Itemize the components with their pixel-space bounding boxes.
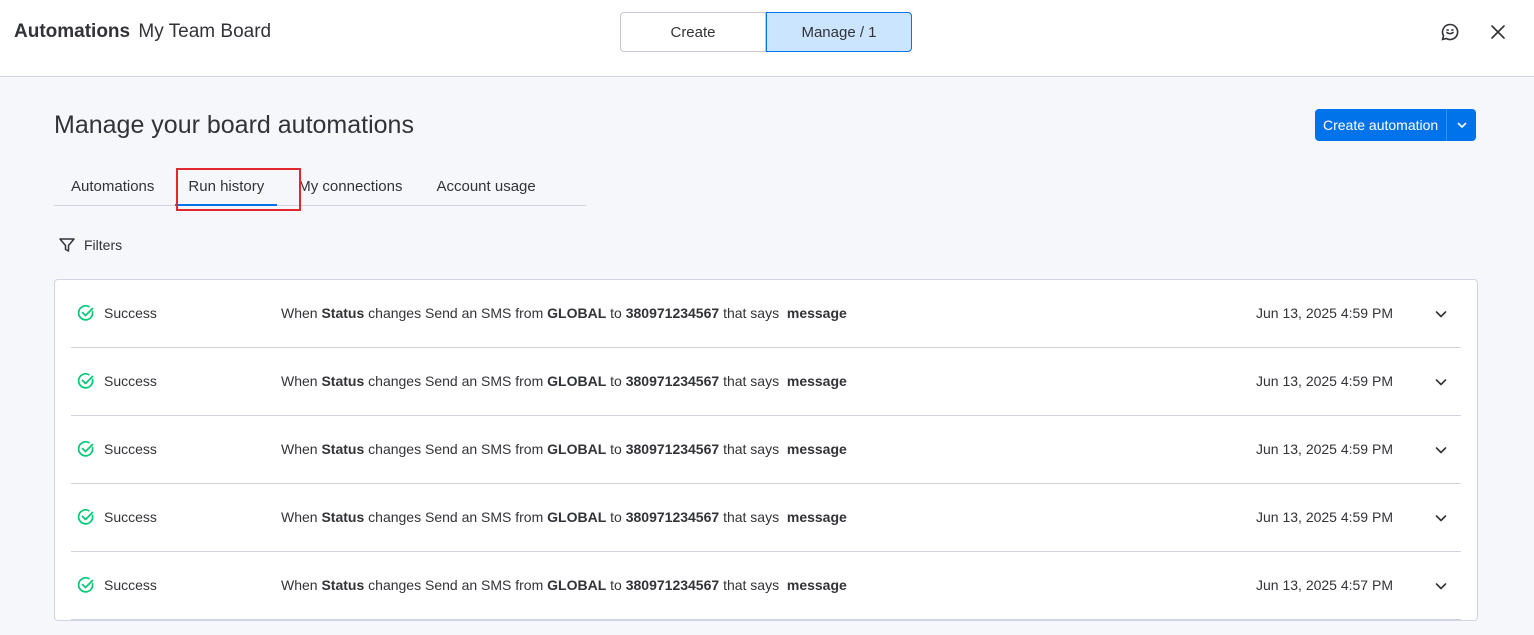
manage-mode-button[interactable]: Manage / 1 [766, 12, 912, 52]
feedback-icon[interactable] [1438, 20, 1462, 44]
run-date: Jun 13, 2025 4:59 PM [1256, 509, 1393, 525]
tab-account-usage[interactable]: Account usage [419, 168, 552, 205]
expand-row-button[interactable] [1431, 304, 1451, 324]
run-date: Jun 13, 2025 4:59 PM [1256, 305, 1393, 321]
success-check-icon [77, 373, 94, 389]
tab-my-connections[interactable]: My connections [281, 168, 419, 205]
top-bar: Automations My Team Board Create Manage … [0, 0, 1534, 77]
run-date: Jun 13, 2025 4:59 PM [1256, 373, 1393, 389]
run-history-list: Success When Status changes Send an SMS … [54, 279, 1478, 621]
chevron-down-icon [1435, 311, 1447, 318]
status-label: Success [104, 305, 157, 321]
tab-automations[interactable]: Automations [54, 168, 171, 205]
status-label: Success [104, 509, 157, 525]
run-description: When Status changes Send an SMS from GLO… [281, 509, 847, 525]
status-label: Success [104, 441, 157, 457]
mode-switcher: Create Manage / 1 [620, 12, 912, 52]
run-description: When Status changes Send an SMS from GLO… [281, 305, 847, 321]
run-status: Success [77, 576, 157, 594]
success-check-icon [77, 441, 94, 457]
filters-label: Filters [84, 237, 123, 253]
run-description: When Status changes Send an SMS from GLO… [281, 441, 847, 457]
create-automation-dropdown[interactable] [1446, 109, 1476, 141]
tab-run-history[interactable]: Run history [171, 168, 281, 206]
expand-row-button[interactable] [1431, 508, 1451, 528]
success-check-icon [77, 577, 94, 593]
run-status: Success [77, 440, 157, 458]
chevron-down-icon [1435, 583, 1447, 590]
run-description: When Status changes Send an SMS from GLO… [281, 373, 847, 389]
create-automation-button[interactable]: Create automation [1315, 109, 1446, 141]
app-title-bold: Automations [14, 21, 131, 42]
page-title: Manage your board automations [54, 111, 414, 139]
run-date: Jun 13, 2025 4:57 PM [1256, 577, 1393, 593]
status-label: Success [104, 373, 157, 389]
board-name: My Team Board [138, 21, 272, 42]
tab-bar: Automations Run history My connections A… [54, 168, 586, 206]
table-row[interactable]: Success When Status changes Send an SMS … [71, 552, 1461, 620]
chevron-down-icon [1435, 379, 1447, 386]
status-label: Success [104, 577, 157, 593]
chevron-down-icon [1435, 515, 1447, 522]
success-check-icon [77, 305, 94, 321]
chevron-down-icon [1457, 122, 1466, 128]
create-mode-button[interactable]: Create [620, 12, 766, 52]
expand-row-button[interactable] [1431, 372, 1451, 392]
chevron-down-icon [1435, 447, 1447, 454]
app-title: Automations My Team Board [14, 20, 271, 44]
run-status: Success [77, 372, 157, 390]
filter-icon [59, 238, 75, 252]
table-row[interactable]: Success When Status changes Send an SMS … [71, 416, 1461, 484]
table-row[interactable]: Success When Status changes Send an SMS … [71, 484, 1461, 552]
expand-row-button[interactable] [1431, 440, 1451, 460]
run-date: Jun 13, 2025 4:59 PM [1256, 441, 1393, 457]
run-status: Success [77, 508, 157, 526]
close-icon[interactable] [1486, 20, 1510, 44]
table-row[interactable]: Success When Status changes Send an SMS … [71, 280, 1461, 348]
create-automation-button-group: Create automation [1315, 109, 1477, 141]
expand-row-button[interactable] [1431, 576, 1451, 596]
filters-button[interactable]: Filters [58, 236, 122, 254]
run-status: Success [77, 304, 157, 322]
run-description: When Status changes Send an SMS from GLO… [281, 577, 847, 593]
success-check-icon [77, 509, 94, 525]
table-row[interactable]: Success When Status changes Send an SMS … [71, 348, 1461, 416]
